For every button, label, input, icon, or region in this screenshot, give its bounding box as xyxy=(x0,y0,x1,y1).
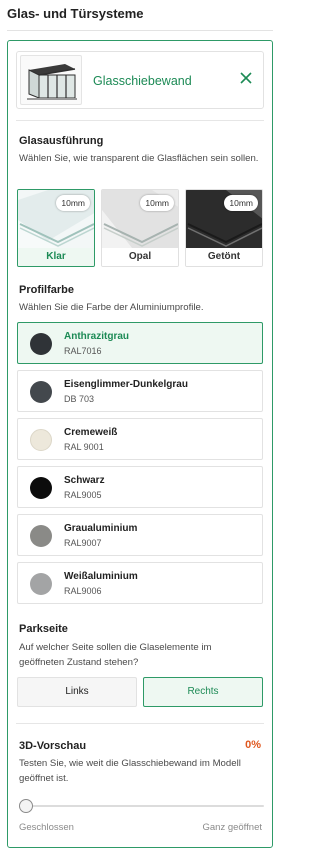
close-button[interactable] xyxy=(236,68,256,88)
color-swatch xyxy=(30,333,52,355)
color-option-graualuminium[interactable]: Graualuminium RAL9007 xyxy=(17,514,263,556)
color-code: RAL9005 xyxy=(64,490,102,500)
color-option-cremeweiss[interactable]: Cremeweiß RAL 9001 xyxy=(17,418,263,460)
color-swatch xyxy=(30,381,52,403)
color-code: RAL9006 xyxy=(64,586,102,596)
color-option-schwarz[interactable]: Schwarz RAL9005 xyxy=(17,466,263,508)
park-side-section-description: Auf welcher Seite sollen die Glaselement… xyxy=(19,642,212,668)
glass-thickness-badge: 10mm xyxy=(140,195,174,211)
color-name: Graualuminium xyxy=(64,523,138,534)
glass-option-label: Opal xyxy=(102,248,178,266)
color-option-eisenglimmer-dunkelgrau[interactable]: Eisenglimmer-Dunkelgrau DB 703 xyxy=(17,370,263,412)
color-option-anthrazitgrau[interactable]: Anthrazitgrau RAL7016 xyxy=(17,322,263,364)
park-side-left-button[interactable]: Links xyxy=(17,677,137,707)
color-swatch xyxy=(30,477,52,499)
color-swatch xyxy=(30,429,52,451)
glass-option-klar[interactable]: 10mm Klar xyxy=(17,189,95,267)
color-code: RAL 9001 xyxy=(64,442,104,452)
color-swatch xyxy=(30,573,52,595)
color-name: Eisenglimmer-Dunkelgrau xyxy=(64,379,188,390)
park-side-section-title: Parkseite xyxy=(19,623,68,635)
product-name: Glasschiebewand xyxy=(93,74,192,88)
slider-min-label: Geschlossen xyxy=(19,822,74,833)
color-code: RAL7016 xyxy=(64,346,102,356)
glass-section-title: Glasausführung xyxy=(19,135,104,147)
color-name: Weißaluminium xyxy=(64,571,138,582)
glass-section-description: Wählen Sie, wie transparent die Glasfläc… xyxy=(19,153,259,164)
page-title: Glas- und Türsysteme xyxy=(7,6,144,21)
preview-section-title: 3D-Vorschau xyxy=(19,740,87,752)
park-side-right-button[interactable]: Rechts xyxy=(143,677,263,707)
glass-thickness-badge: 10mm xyxy=(56,195,90,211)
profile-section-title: Profilfarbe xyxy=(19,284,75,296)
divider xyxy=(7,30,273,31)
color-option-weissaluminium[interactable]: Weißaluminium RAL9006 xyxy=(17,562,263,604)
slider-max-label: Ganz geöffnet xyxy=(202,822,262,833)
section-divider xyxy=(16,120,264,121)
color-code: DB 703 xyxy=(64,394,95,404)
glass-option-getoent[interactable]: 10mm Getönt xyxy=(185,189,263,267)
park-side-toggle: Links Rechts xyxy=(17,677,263,707)
profile-section-description: Wählen Sie die Farbe der Aluminiumprofil… xyxy=(19,302,204,313)
slider-thumb[interactable] xyxy=(19,799,33,813)
close-icon xyxy=(240,72,252,84)
glass-option-label: Klar xyxy=(18,248,94,266)
product-header: Glasschiebewand xyxy=(16,51,264,109)
glass-options: 10mm Klar 10mm Opal 10mm Getönt xyxy=(17,189,265,267)
glass-option-opal[interactable]: 10mm Opal xyxy=(101,189,179,267)
slider-track xyxy=(19,805,264,807)
glass-thickness-badge: 10mm xyxy=(224,195,258,211)
color-swatch xyxy=(30,525,52,547)
opening-slider[interactable] xyxy=(19,799,264,813)
preview-percent: 0% xyxy=(245,739,261,751)
preview-section-description: Testen Sie, wie weit die Glasschiebewand… xyxy=(19,758,241,784)
color-name: Anthrazitgrau xyxy=(64,331,129,342)
color-name: Cremeweiß xyxy=(64,427,118,438)
sliding-glass-wall-thumbnail-icon xyxy=(20,55,82,105)
color-code: RAL9007 xyxy=(64,538,102,548)
section-divider xyxy=(16,723,264,724)
glass-option-label: Getönt xyxy=(186,248,262,266)
color-name: Schwarz xyxy=(64,475,105,486)
configurator-panel: Glasschiebewand Glasausführung Wählen Si… xyxy=(7,40,273,848)
